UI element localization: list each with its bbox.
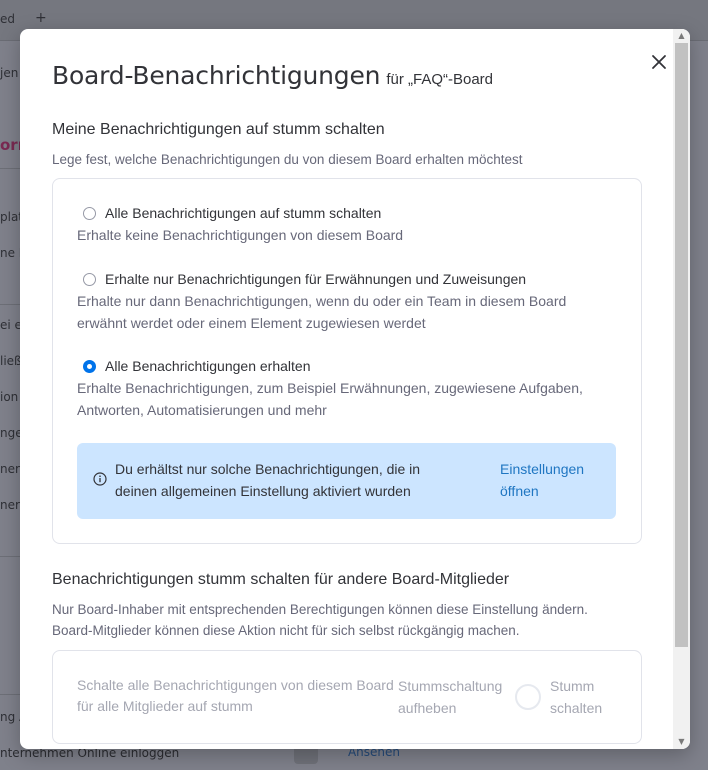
open-settings-link[interactable]: Einstellungen öffnen <box>500 458 600 502</box>
app-side-text: ner <box>0 498 20 512</box>
modal-title: Board-Benachrichtigungen <box>52 61 381 90</box>
add-tab-icon: + <box>35 10 47 26</box>
info-banner: Du erhältst nur solche Benachrichtigunge… <box>77 443 616 519</box>
radio-mute-all[interactable] <box>83 207 96 220</box>
app-side-text: ließ <box>0 354 22 368</box>
app-side-text: jen <box>0 66 19 80</box>
divider <box>0 304 22 305</box>
mute-members-card: Schalte alle Benachrichtigungen von dies… <box>52 650 642 744</box>
mute-label: Stumm schalten <box>550 678 603 716</box>
notifications-modal: Board-Benachrichtigungen für „FAQ“-Board … <box>20 29 690 749</box>
section-mute-others-description: Nur Board-Inhaber mit entsprechenden Ber… <box>52 602 588 638</box>
info-text: Du erhältst nur solche Benachrichtigunge… <box>115 461 421 499</box>
close-icon <box>652 55 666 69</box>
unmute-label: Stummschaltung aufheben <box>398 678 503 716</box>
section-mute-others-heading: Benachrichtigungen stumm schalten für an… <box>52 571 510 588</box>
app-tab: ed <box>0 12 15 26</box>
close-button[interactable] <box>648 51 670 73</box>
option-description: Erhalte keine Benachrichtigungen von die… <box>77 227 404 243</box>
app-side-text: ner <box>0 462 20 476</box>
modal-subtitle: für „FAQ“-Board <box>386 71 494 88</box>
info-icon <box>93 472 107 486</box>
option-label[interactable]: Alle Benachrichtigungen auf stumm schalt… <box>105 205 381 221</box>
mute-members-text: Schalte alle Benachrichtigungen von dies… <box>77 677 394 714</box>
option-label[interactable]: Alle Benachrichtigungen erhalten <box>105 358 310 374</box>
option-label[interactable]: Erhalte nur Benachrichtigungen für Erwäh… <box>105 271 526 287</box>
divider <box>0 168 22 169</box>
mute-members-toggle[interactable] <box>515 684 541 710</box>
option-description: Erhalte nur dann Benachrichtigungen, wen… <box>77 293 567 331</box>
scroll-down-arrow-icon[interactable]: ▼ <box>676 737 687 747</box>
section-mute-mine-description: Lege fest, welche Benachrichtigungen du … <box>52 152 523 167</box>
section-mute-mine-heading: Meine Benachrichtigungen auf stumm schal… <box>52 121 385 138</box>
radio-mentions-only[interactable] <box>83 273 96 286</box>
scroll-up-arrow-icon[interactable]: ▲ <box>676 31 687 41</box>
radio-receive-all[interactable] <box>83 360 96 373</box>
divider <box>0 556 22 557</box>
option-description: Erhalte Benachrichtigungen, zum Beispiel… <box>77 380 583 418</box>
notification-options-card: Alle Benachrichtigungen auf stumm schalt… <box>52 178 642 544</box>
app-side-text: ion <box>0 390 19 404</box>
divider <box>0 694 22 695</box>
scrollbar-thumb[interactable] <box>675 43 688 647</box>
app-side-text: ei e <box>0 318 22 332</box>
modal-scrollbar[interactable]: ▲ ▼ <box>673 29 690 749</box>
modal-header: Board-Benachrichtigungen für „FAQ“-Board <box>52 61 493 90</box>
